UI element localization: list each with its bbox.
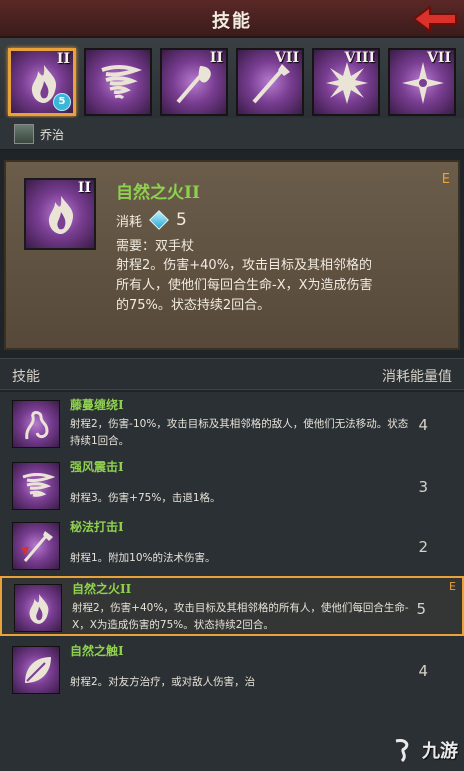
slot-rank: VII bbox=[275, 50, 299, 66]
skill-slot-3[interactable]: II bbox=[160, 48, 228, 116]
skill-desc: 射程2。对友方治疗，或对敌人伤害，治 bbox=[70, 676, 256, 688]
grade-badge: E bbox=[449, 580, 456, 593]
skill-cost: 3 bbox=[418, 478, 428, 496]
detail-rank: II bbox=[77, 180, 91, 196]
skill-slot-5[interactable]: VIII bbox=[312, 48, 380, 116]
skill-slot-4[interactable]: VII bbox=[236, 48, 304, 116]
compass-star-icon bbox=[402, 62, 444, 104]
leaf-icon bbox=[25, 657, 51, 683]
skill-name: 强风震击I bbox=[70, 460, 124, 474]
skill-icon bbox=[12, 462, 60, 510]
detail-skill-icon: II bbox=[24, 178, 96, 250]
skill-cost: 5 bbox=[416, 600, 426, 618]
spear-icon bbox=[252, 64, 290, 104]
back-arrow-icon[interactable] bbox=[412, 4, 458, 34]
skill-detail-panel: II 自然之火II E 消耗 5 需要：双手杖 射程2。伤害+40%，攻击目标及… bbox=[4, 160, 460, 350]
skill-desc: 射程3。伤害+75%，击退1格。 bbox=[70, 492, 221, 504]
top-header: 技能 bbox=[0, 0, 464, 38]
slot-rank: II bbox=[56, 51, 70, 67]
skill-name: 自然之火II bbox=[72, 582, 132, 596]
avatar[interactable] bbox=[14, 124, 34, 144]
character-row: 乔治 bbox=[0, 118, 464, 150]
whirlwind-icon bbox=[22, 473, 55, 497]
skill-description: 射程2。伤害+40%，攻击目标及其相邻格的所有人，使他们每回合生命-X，X为造成… bbox=[116, 258, 373, 313]
whirlwind-icon bbox=[101, 65, 142, 100]
skill-slot-2[interactable] bbox=[84, 48, 152, 116]
skill-slot-6[interactable]: VII bbox=[388, 48, 456, 116]
skill-icon bbox=[12, 646, 60, 694]
gem-cost-badge: 5 bbox=[53, 93, 71, 111]
slot-rank: II bbox=[209, 50, 223, 66]
watermark: 九游 bbox=[390, 737, 458, 763]
skill-name: 藤蔓缠绕I bbox=[70, 398, 124, 412]
nine-games-logo-icon bbox=[395, 739, 409, 763]
requirement-text: 需要：双手杖 bbox=[116, 239, 195, 254]
list-item[interactable]: 自然之触I 射程2。对友方治疗，或对敌人伤害，治 4 bbox=[0, 640, 464, 700]
list-item[interactable]: 秘法打击I 射程1。附加10%的法术伤害。 2 bbox=[0, 516, 464, 576]
skill-icon bbox=[12, 400, 60, 448]
cost-label: 消耗 bbox=[116, 214, 143, 230]
skill-list-header: 技能 消耗能量值 bbox=[0, 358, 464, 390]
page-title: 技能 bbox=[212, 11, 252, 32]
skill-cost: 4 bbox=[418, 662, 428, 680]
skill-desc: 射程1。附加10%的法术伤害。 bbox=[70, 552, 216, 564]
skill-name: 秘法打击I bbox=[70, 520, 124, 534]
skill-slot-1[interactable]: II 5 bbox=[8, 48, 76, 116]
energy-cost-label: 消耗能量值 bbox=[382, 369, 452, 385]
flame-icon bbox=[48, 196, 74, 234]
list-item[interactable]: 藤蔓缠绕I 射程2，伤害-10%，攻击目标及其相邻格的敌人，使他们无法移动。状态… bbox=[0, 394, 464, 454]
skill-desc: 射程2，伤害+40%，攻击目标及其相邻格的所有人，使他们每回合生命-X，X为造成… bbox=[72, 602, 409, 631]
cost-value: 5 bbox=[176, 210, 187, 230]
burst-icon bbox=[326, 62, 368, 104]
skill-icon bbox=[12, 522, 60, 570]
vine-icon bbox=[25, 411, 49, 440]
slot-rank: VII bbox=[427, 50, 451, 66]
list-item-selected[interactable]: 自然之火II 射程2，伤害+40%，攻击目标及其相邻格的所有人，使他们每回合生命… bbox=[0, 576, 464, 636]
skill-icon bbox=[14, 584, 62, 632]
skill-list: 藤蔓缠绕I 射程2，伤害-10%，攻击目标及其相邻格的敌人，使他们无法移动。状态… bbox=[0, 392, 464, 771]
detail-skill-name: 自然之火II bbox=[116, 183, 200, 203]
gem-icon bbox=[149, 210, 169, 230]
character-name: 乔治 bbox=[40, 128, 65, 142]
skills-label: 技能 bbox=[12, 369, 40, 385]
leaf-spear-icon bbox=[176, 66, 211, 104]
slot-rank: VIII bbox=[344, 50, 375, 66]
skill-desc: 射程2，伤害-10%，攻击目标及其相邻格的敌人，使他们无法移动。状态持续1回合。 bbox=[70, 418, 409, 447]
equipped-skill-bar: II 5 II VII VIII VII bbox=[0, 38, 464, 118]
arcane-strike-icon bbox=[21, 531, 53, 562]
cost-row: 消耗 5 bbox=[116, 210, 187, 230]
skill-cost: 2 bbox=[418, 538, 428, 556]
skill-cost: 4 bbox=[418, 416, 428, 434]
watermark-text: 九游 bbox=[422, 741, 458, 762]
list-item[interactable]: 强风震击I 射程3。伤害+75%，击退1格。 3 bbox=[0, 456, 464, 516]
flame-icon bbox=[29, 594, 49, 624]
skill-name: 自然之触I bbox=[70, 644, 124, 658]
grade-badge: E bbox=[441, 172, 450, 187]
